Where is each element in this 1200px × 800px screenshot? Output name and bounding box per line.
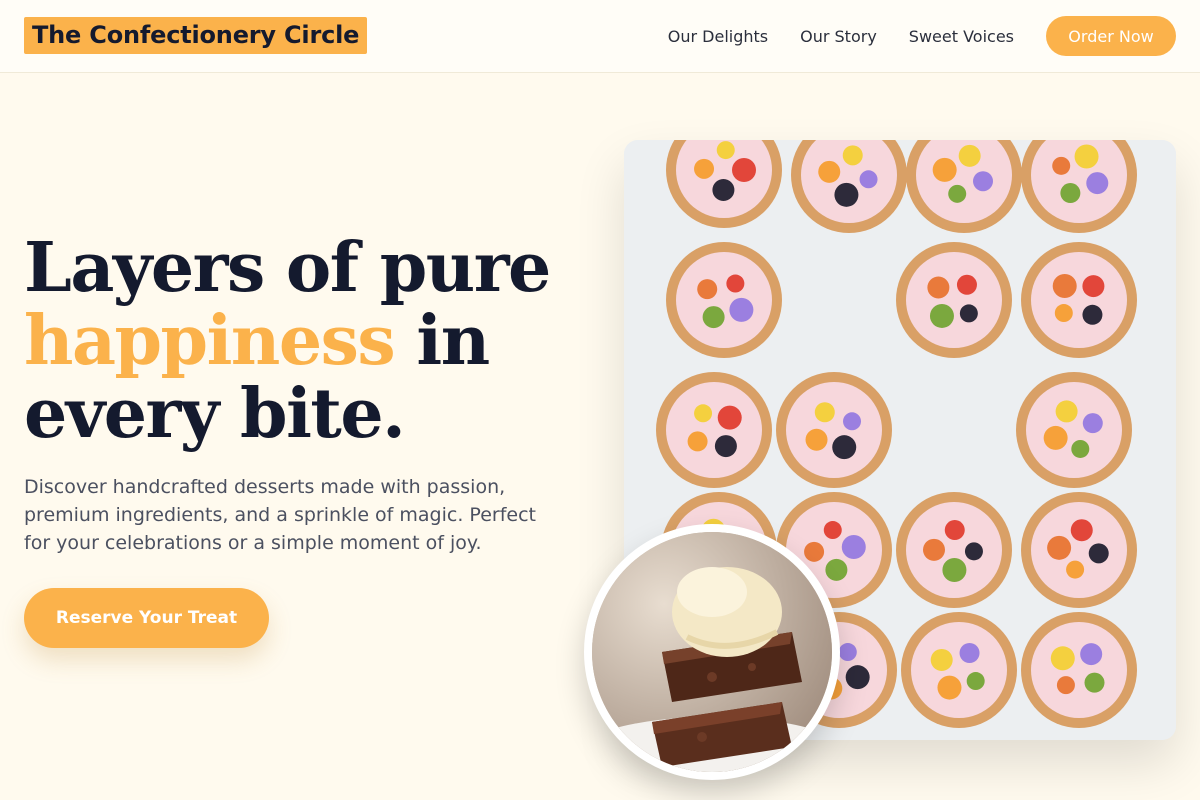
nav-link-our-delights[interactable]: Our Delights <box>668 27 768 46</box>
tartlet-fruit <box>973 171 994 192</box>
tartlet-cream <box>676 252 772 348</box>
tartlet-fruit <box>1082 413 1103 434</box>
tartlet-fruit <box>1084 672 1105 693</box>
tartlet-fruit <box>1082 304 1103 325</box>
tartlet-fruit <box>702 306 725 329</box>
tartlet-fruit <box>944 520 965 541</box>
tartlet-fruit <box>958 144 981 167</box>
tartlet-fruit <box>1070 519 1093 542</box>
tartlet-fruit <box>842 145 863 166</box>
tartlet-fruit <box>841 535 866 560</box>
tartlet-fruit <box>1050 646 1075 671</box>
tartlet-fruit <box>729 297 754 322</box>
tartlet-fruit <box>966 672 985 691</box>
tartlet-fruit <box>956 274 977 295</box>
tartlet-fruit <box>1071 439 1090 458</box>
tartlet-fruit <box>1055 400 1078 423</box>
tartlet-fruit <box>717 405 742 430</box>
tartlet-fruit <box>712 178 735 201</box>
tartlet-cream <box>906 502 1002 598</box>
tartlet-fruit <box>838 643 857 662</box>
tartlet-fruit <box>1086 172 1109 195</box>
tartlet-cream <box>911 622 1007 718</box>
tartlet-fruit <box>930 648 953 671</box>
tartlet-fruit <box>726 274 745 293</box>
tartlet-fruit <box>932 157 957 182</box>
tartlet-fruit <box>845 665 870 690</box>
tartlet-fruit <box>834 182 859 207</box>
tartlet-fruit <box>1043 425 1068 450</box>
tartlet-fruit <box>964 542 983 561</box>
tartlet-cream <box>906 252 1002 348</box>
tartlet-cream <box>1031 502 1127 598</box>
tartlet-fruit <box>832 435 857 460</box>
headline-line-2-rest: in <box>394 301 490 381</box>
tartlet-fruit <box>1066 560 1085 579</box>
tartlet-fruit <box>687 431 708 452</box>
site-logo[interactable]: The Confectionery Circle <box>24 17 368 54</box>
tartlet-fruit <box>1047 535 1072 560</box>
tartlet-fruit <box>694 158 715 179</box>
order-now-button[interactable]: Order Now <box>1046 16 1176 56</box>
hero-headline: Layers of pure happiness in every bite. <box>24 232 584 451</box>
nav-link-our-story[interactable]: Our Story <box>800 27 877 46</box>
nav-link-sweet-voices[interactable]: Sweet Voices <box>909 27 1014 46</box>
tartlet-fruit <box>1052 156 1071 175</box>
brownie-photo-frame <box>584 524 840 780</box>
tartlet-fruit <box>859 170 878 189</box>
tartlet-fruit <box>818 160 841 183</box>
tartlet-fruit <box>697 279 718 300</box>
tartlet-fruit <box>843 412 862 431</box>
tartlet-fruit <box>1082 275 1105 298</box>
tartlet-fruit <box>825 558 848 581</box>
tartlet-cream <box>666 382 762 478</box>
tartlet-fruit <box>732 158 756 182</box>
brownie-illustration <box>592 532 832 772</box>
tartlet-fruit <box>804 541 825 562</box>
hero-description: Discover handcrafted desserts made with … <box>24 476 536 554</box>
tartlet-fruit <box>1080 643 1103 666</box>
tartlet-fruit <box>714 435 737 458</box>
tartlet-cream <box>786 382 882 478</box>
tartlet-fruit <box>959 304 978 323</box>
tartlet-fruit <box>1054 304 1073 323</box>
tartlet-cream <box>1031 252 1127 348</box>
tartlet-fruit <box>937 675 962 700</box>
headline-line-1: Layers of pure <box>24 228 551 308</box>
tartlet-fruit <box>823 521 842 540</box>
headline-accent-word: happiness <box>24 301 396 381</box>
tartlet-fruit <box>814 402 835 423</box>
tartlet-fruit <box>1056 676 1075 695</box>
tartlet-fruit <box>1074 144 1099 169</box>
tartlet-fruit <box>805 428 828 451</box>
tartlet-fruit <box>1088 543 1109 564</box>
reserve-treat-button[interactable]: Reserve Your Treat <box>24 588 269 648</box>
brownie-ice-cream-photo <box>592 532 832 772</box>
tartlet-fruit <box>948 184 967 203</box>
site-header: The Confectionery Circle Our Delights Ou… <box>0 0 1200 73</box>
main-nav: Our Delights Our Story Sweet Voices Orde… <box>668 16 1176 56</box>
tartlet-fruit <box>694 404 713 423</box>
tartlet-fruit <box>1060 183 1081 204</box>
tartlet-fruit <box>1052 274 1077 299</box>
tartlet-cream <box>1026 382 1122 478</box>
headline-line-3: every bite. <box>24 374 406 454</box>
tartlet-fruit <box>959 643 980 664</box>
tartlet-fruit <box>927 276 950 299</box>
tartlet-fruit <box>942 557 967 582</box>
tartlet-cream <box>1031 622 1127 718</box>
tartlet-fruit <box>923 538 946 561</box>
tartlet-fruit <box>929 303 954 328</box>
tartlet-fruit <box>716 141 735 160</box>
